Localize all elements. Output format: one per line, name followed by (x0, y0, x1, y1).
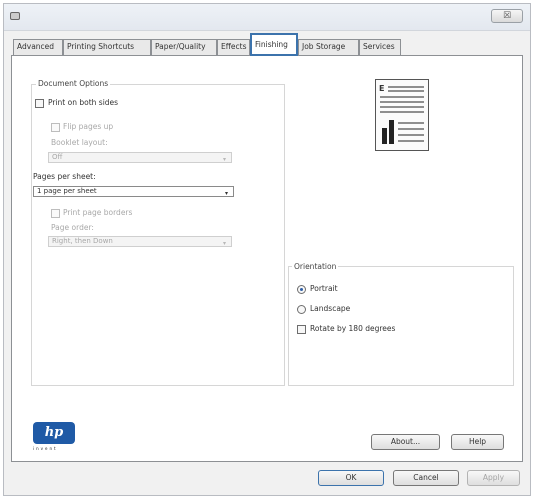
cancel-button[interactable]: Cancel (393, 470, 459, 486)
booklet-layout-label: Booklet layout: (51, 138, 108, 147)
portrait-radio[interactable] (297, 285, 306, 294)
booklet-layout-value: Off (52, 153, 63, 161)
booklet-layout-select[interactable]: Off ▾ (48, 152, 232, 163)
chevron-down-icon: ▾ (222, 240, 226, 247)
preview-text-line (398, 122, 424, 124)
preview-text-line (380, 101, 424, 103)
close-button[interactable]: ☒ (491, 9, 523, 23)
tab-job-storage[interactable]: Job Storage (298, 39, 359, 55)
preview-text-line (388, 90, 424, 92)
page-preview: E (375, 79, 429, 151)
pages-per-sheet-value: 1 page per sheet (37, 187, 97, 195)
page-order-label: Page order: (51, 223, 94, 232)
preview-text-line (398, 128, 424, 130)
page-order-value: Right, then Down (52, 237, 113, 245)
print-page-borders-checkbox[interactable] (51, 209, 60, 218)
title-bar: ☒ (4, 4, 530, 31)
page-order-select[interactable]: Right, then Down ▾ (48, 236, 232, 247)
preview-text-line (380, 106, 424, 108)
about-button[interactable]: About... (371, 434, 440, 450)
orientation-legend: Orientation (292, 262, 339, 271)
chevron-down-icon: ▾ (222, 156, 226, 163)
pages-per-sheet-select[interactable]: 1 page per sheet ▾ (33, 186, 234, 197)
flip-pages-up-label: Flip pages up (63, 122, 114, 131)
rotate-180-label: Rotate by 180 degrees (310, 324, 396, 333)
tab-effects[interactable]: Effects (217, 39, 250, 55)
apply-button[interactable]: Apply (467, 470, 520, 486)
preview-text-line (398, 140, 424, 142)
pages-per-sheet-label: Pages per sheet: (33, 172, 96, 181)
preview-text-line (388, 86, 424, 88)
document-options-legend: Document Options (36, 79, 111, 88)
tab-printing-shortcuts[interactable]: Printing Shortcuts (63, 39, 151, 55)
chevron-down-icon: ▾ (224, 190, 228, 197)
preview-text-line (380, 111, 424, 113)
tab-finishing[interactable]: Finishing (250, 33, 298, 56)
tab-paper-quality[interactable]: Paper/Quality (151, 39, 217, 55)
ok-button[interactable]: OK (318, 470, 384, 486)
print-both-sides-label: Print on both sides (48, 98, 119, 107)
preview-bar (389, 120, 394, 144)
rotate-180-checkbox[interactable] (297, 325, 306, 334)
portrait-label: Portrait (310, 284, 338, 293)
tab-services[interactable]: Services (359, 39, 401, 55)
printer-icon (10, 12, 20, 20)
preview-letter-mark: E (379, 84, 385, 93)
print-both-sides-checkbox[interactable] (35, 99, 44, 108)
flip-pages-up-checkbox[interactable] (51, 123, 60, 132)
preview-text-line (380, 96, 424, 98)
landscape-radio[interactable] (297, 305, 306, 314)
help-button[interactable]: Help (451, 434, 504, 450)
preview-text-line (398, 134, 424, 136)
preview-bar (382, 128, 387, 144)
hp-logo-tagline: invent (33, 446, 58, 451)
tab-advanced[interactable]: Advanced (13, 39, 63, 55)
landscape-label: Landscape (310, 304, 351, 313)
print-page-borders-label: Print page borders (63, 208, 133, 217)
hp-logo: hp (33, 422, 75, 444)
